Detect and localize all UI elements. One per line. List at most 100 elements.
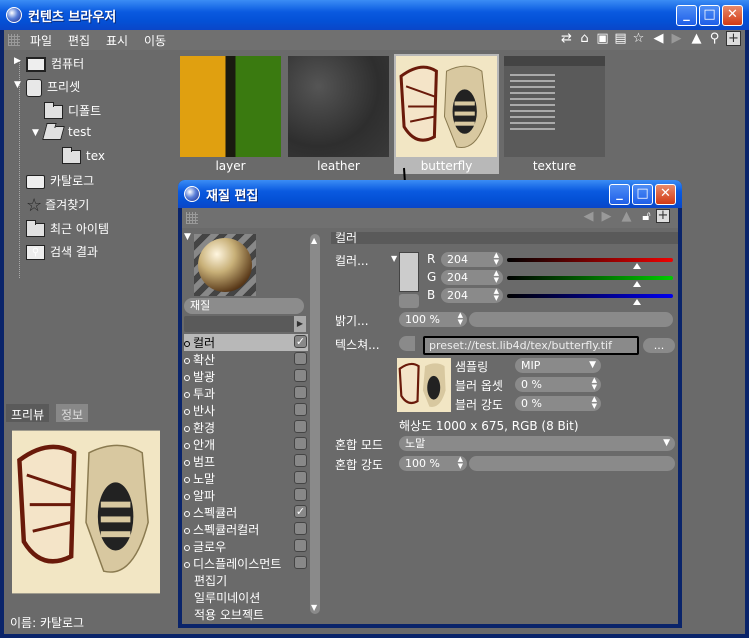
brightness-slider[interactable] — [469, 312, 673, 327]
grip-handle[interactable] — [8, 34, 20, 46]
material-scroll[interactable]: ▶ — [184, 316, 306, 332]
dialog-maximize-button[interactable]: □ — [632, 184, 653, 205]
spinner-icon[interactable]: ▲ ▼ — [494, 270, 499, 284]
tree-item-search[interactable]: ⚲ 검색 결과 — [26, 243, 98, 260]
collapse-test[interactable]: ▼ — [32, 128, 39, 138]
collapse-preset[interactable]: ▼ — [14, 80, 21, 90]
b-slider-thumb[interactable] — [633, 299, 641, 305]
material-preview[interactable] — [194, 234, 256, 296]
sampling-dropdown[interactable]: MIP ▼ — [515, 358, 601, 373]
swap-icon[interactable]: ⇄ — [558, 31, 575, 48]
blur-offset-input[interactable]: 0 % ▲ ▼ — [515, 377, 601, 392]
thumbnail-layer[interactable]: layer — [178, 54, 283, 174]
tree-item-computer[interactable]: 컴퓨터 — [26, 55, 84, 72]
expand-computer[interactable]: ▶ — [14, 56, 21, 66]
channel-item[interactable]: 알파 — [184, 487, 308, 504]
tree-item-preset[interactable]: 프리셋 — [26, 78, 80, 97]
channel-checkbox[interactable] — [294, 437, 307, 450]
channel-checkbox[interactable] — [294, 522, 307, 535]
spinner-icon[interactable]: ▲ ▼ — [458, 312, 463, 326]
r-slider-thumb[interactable] — [633, 263, 641, 269]
channel-checkbox[interactable] — [294, 420, 307, 433]
new-window-icon[interactable]: + — [656, 209, 670, 223]
tree-item-recent[interactable]: 최근 아이템 — [26, 219, 109, 237]
color-swatch[interactable] — [399, 252, 419, 292]
tree-item-default[interactable]: 디폴트 — [44, 101, 101, 119]
channel-item[interactable]: 범프 — [184, 453, 308, 470]
grip-handle[interactable] — [186, 212, 198, 224]
thumbnail-texture[interactable]: texture — [502, 54, 607, 174]
spinner-icon[interactable]: ▲ ▼ — [592, 377, 597, 391]
collapse-material[interactable]: ▼ — [184, 232, 191, 242]
dialog-titlebar[interactable]: 재질 편집 _ □ ✕ — [178, 180, 682, 208]
spinner-icon[interactable]: ▲ ▼ — [494, 288, 499, 302]
tab-preview[interactable]: 프리뷰 — [6, 404, 50, 422]
g-slider[interactable] — [507, 276, 673, 280]
close-button[interactable]: ✕ — [722, 5, 743, 26]
search-icon[interactable]: ⚲ — [706, 31, 723, 48]
channel-checkbox[interactable] — [294, 471, 307, 484]
menu-edit[interactable]: 편집 — [68, 32, 90, 49]
star-icon[interactable]: ☆ — [630, 31, 647, 48]
channel-item[interactable]: 스펙큘러컬러 — [184, 521, 308, 538]
channel-item[interactable]: 확산 — [184, 351, 308, 368]
mix-mode-dropdown[interactable]: 노말 ▼ — [399, 436, 675, 451]
channel-item[interactable]: 발광 — [184, 368, 308, 385]
r-slider[interactable] — [507, 258, 673, 262]
mix-strength-slider[interactable] — [469, 456, 675, 471]
titlebar[interactable]: 컨텐츠 브라우저 _ □ ✕ — [0, 0, 749, 30]
b-slider[interactable] — [507, 294, 673, 298]
tree-item-test[interactable]: test — [42, 125, 91, 140]
up-icon[interactable]: ▲ — [688, 31, 705, 48]
spinner-icon[interactable]: ▲ ▼ — [458, 456, 463, 470]
channel-item[interactable]: 반사 — [184, 402, 308, 419]
menu-view[interactable]: 표시 — [106, 32, 128, 49]
color-picker-button[interactable] — [399, 294, 419, 308]
forward-icon[interactable]: ▶ — [668, 31, 685, 48]
texture-browse-button[interactable]: ... — [643, 338, 675, 353]
editor-item[interactable]: 적용 오브젝트 — [194, 606, 264, 623]
catalog-icon[interactable]: ▤ — [612, 31, 629, 48]
channel-item[interactable]: 투과 — [184, 385, 308, 402]
brightness-input[interactable]: 100 % ▲ ▼ — [399, 312, 467, 327]
spinner-icon[interactable]: ▲ ▼ — [592, 396, 597, 410]
b-value-input[interactable]: 204 ▲ ▼ — [441, 288, 503, 303]
texture-path-input[interactable]: preset://test.lib4d/tex/butterfly.tif — [423, 336, 639, 355]
spinner-icon[interactable]: ▲ ▼ — [494, 252, 499, 266]
home-icon[interactable]: ⌂ — [576, 31, 593, 48]
back-icon[interactable]: ◀ — [650, 31, 667, 48]
thumbnail-leather[interactable]: leather — [286, 54, 391, 174]
editor-item[interactable]: 편집기 — [194, 572, 227, 589]
editor-item[interactable]: 일루미네이션 — [194, 589, 260, 606]
up-icon[interactable]: ▲ — [618, 209, 635, 226]
blur-strength-input[interactable]: 0 % ▲ ▼ — [515, 396, 601, 411]
channel-checkbox[interactable] — [294, 556, 307, 569]
maximize-button[interactable]: □ — [699, 5, 720, 26]
channel-checkbox[interactable]: ✓ — [294, 335, 307, 348]
channel-item[interactable]: 노말 — [184, 470, 308, 487]
channel-checkbox[interactable] — [294, 403, 307, 416]
minimize-button[interactable]: _ — [676, 5, 697, 26]
channel-scrollbar[interactable]: ▲ ▼ — [310, 234, 320, 614]
mix-strength-input[interactable]: 100 % ▲ ▼ — [399, 456, 467, 471]
tree-item-favorites[interactable]: ☆ 즐겨찾기 — [26, 195, 89, 216]
channel-checkbox[interactable]: ✓ — [294, 505, 307, 518]
lock-icon[interactable]: 🔓︎ — [638, 209, 655, 226]
dialog-close-button[interactable]: ✕ — [655, 184, 676, 205]
channel-checkbox[interactable] — [294, 488, 307, 501]
channel-checkbox[interactable] — [294, 386, 307, 399]
material-name-field[interactable]: 재질 — [184, 298, 304, 314]
thumbnail-butterfly[interactable]: butterfly — [394, 54, 499, 174]
back-icon[interactable]: ◀ — [580, 209, 597, 226]
menu-file[interactable]: 파일 — [30, 32, 52, 49]
channel-item[interactable]: 환경 — [184, 419, 308, 436]
g-value-input[interactable]: 204 ▲ ▼ — [441, 270, 503, 285]
channel-item[interactable]: 스펙큘러 — [184, 504, 308, 521]
tree-item-catalog[interactable]: 카탈로그 — [26, 172, 94, 189]
channel-checkbox[interactable] — [294, 539, 307, 552]
menu-go[interactable]: 이동 — [144, 32, 166, 49]
channel-item[interactable]: 안개 — [184, 436, 308, 453]
color-dropdown-icon[interactable]: ▼ — [391, 254, 397, 263]
new-window-icon[interactable]: + — [726, 31, 741, 46]
texture-menu-button[interactable] — [399, 336, 415, 351]
